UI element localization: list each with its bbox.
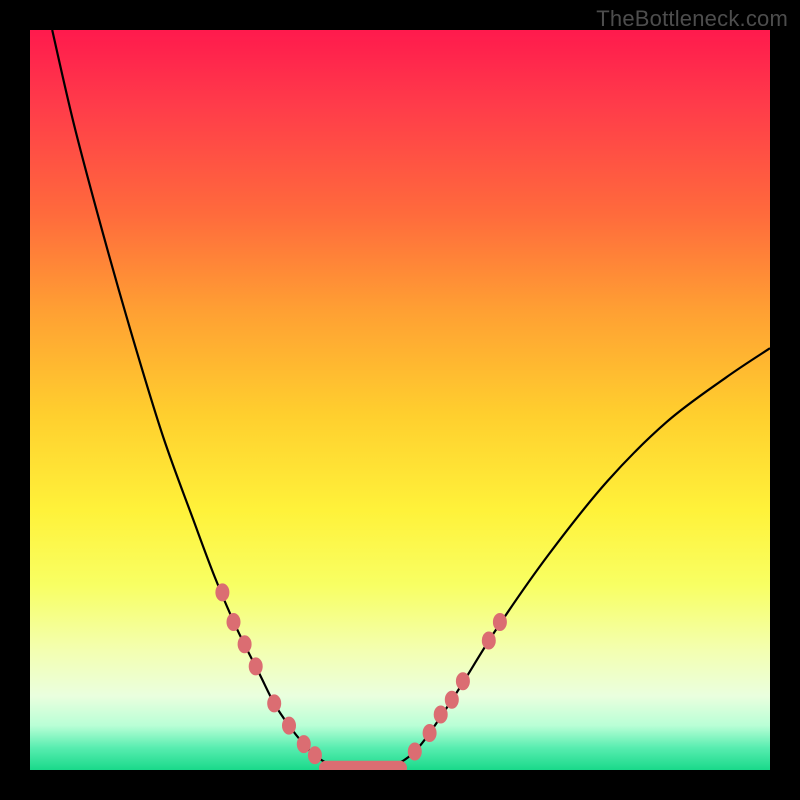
curve-marker [215,583,229,601]
curve-marker [267,694,281,712]
curve-marker [282,717,296,735]
curve-marker [408,743,422,761]
chart-svg [30,30,770,770]
curve-marker [482,632,496,650]
curve-marker [297,735,311,753]
curve-marker [249,657,263,675]
curve-marker [456,672,470,690]
curve-marker [308,746,322,764]
curve-marker [434,706,448,724]
curve-marker [227,613,241,631]
curve-marker [493,613,507,631]
attribution-text: TheBottleneck.com [596,6,788,32]
plot-area [30,30,770,770]
curve-marker [423,724,437,742]
chart-frame: TheBottleneck.com [0,0,800,800]
curve-marker [445,691,459,709]
curve-marker [238,635,252,653]
marker-group [215,583,507,764]
bottleneck-curve [52,30,770,770]
